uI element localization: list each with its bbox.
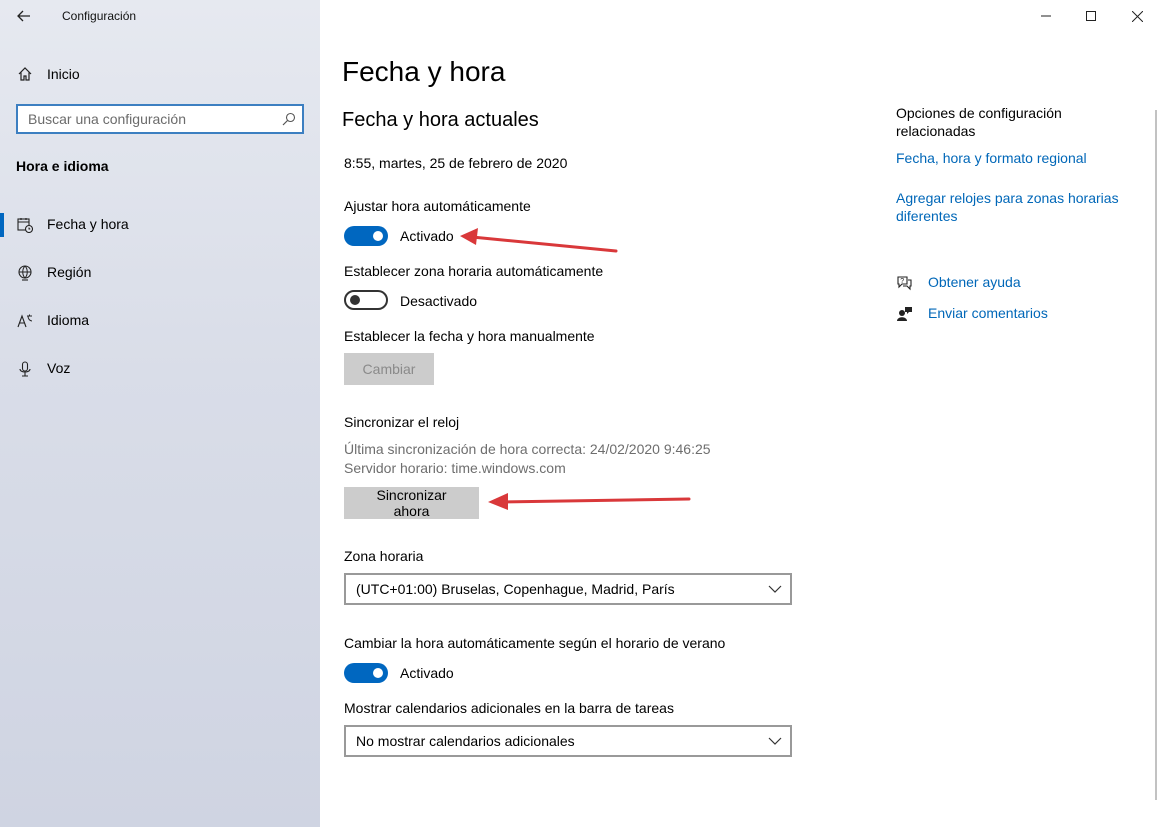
auto-time-toggle[interactable] (344, 226, 388, 246)
sidebar-item-region[interactable]: Región (0, 253, 320, 293)
feedback-icon (897, 307, 912, 321)
minimize-button[interactable] (1023, 0, 1069, 32)
maximize-icon (1086, 11, 1096, 21)
search-icon (282, 112, 296, 126)
nav-home[interactable]: Inicio (0, 58, 320, 90)
nav-home-label: Inicio (47, 66, 80, 82)
auto-time-label: Ajustar hora automáticamente (344, 198, 531, 214)
timezone-label: Zona horaria (344, 548, 424, 564)
change-button[interactable]: Cambiar (344, 353, 434, 385)
svg-text:?: ? (900, 278, 904, 285)
sidebar-item-idioma[interactable]: Idioma (0, 301, 320, 341)
minimize-icon (1041, 15, 1051, 17)
manual-datetime-label: Establecer la fecha y hora manualmente (344, 328, 595, 344)
dst-toggle[interactable] (344, 663, 388, 683)
send-feedback-label: Enviar comentarios (928, 305, 1048, 321)
close-button[interactable] (1114, 0, 1160, 32)
calendars-select[interactable]: No mostrar calendarios adicionales (344, 725, 792, 757)
section-subtitle: Fecha y hora actuales (342, 109, 539, 131)
add-clocks-link[interactable]: Agregar relojes para zonas horarias dife… (896, 189, 1131, 225)
get-help-link[interactable]: ? Obtener ayuda (896, 273, 1136, 293)
annotation-arrow-icon (460, 228, 618, 253)
dst-state: Activado (400, 665, 454, 681)
sidebar-item-label: Región (47, 264, 92, 280)
time-server-text: Servidor horario: time.windows.com (344, 460, 566, 476)
sidebar-item-fecha-y-hora[interactable]: Fecha y hora (0, 205, 320, 245)
dst-label: Cambiar la hora automáticamente según el… (344, 635, 726, 651)
current-datetime: 8:55, martes, 25 de febrero de 2020 (344, 155, 568, 171)
regional-format-link[interactable]: Fecha, hora y formato regional (896, 149, 1136, 167)
send-feedback-link[interactable]: Enviar comentarios (896, 304, 1136, 324)
last-sync-text: Última sincronización de hora correcta: … (344, 441, 711, 457)
back-button[interactable] (12, 4, 36, 28)
auto-timezone-label: Establecer zona horaria automáticamente (344, 263, 604, 279)
back-arrow-icon (17, 10, 30, 22)
calendar-clock-icon (17, 218, 33, 233)
home-icon (18, 67, 32, 81)
globe-icon (18, 265, 32, 281)
annotation-arrow-icon (488, 493, 691, 510)
chevron-down-icon (768, 585, 782, 593)
scrollbar[interactable] (1155, 110, 1157, 800)
sync-now-button[interactable]: Sincronizar ahora (344, 487, 479, 519)
calendars-value: No mostrar calendarios adicionales (356, 733, 575, 749)
search-input[interactable] (18, 106, 268, 132)
app-title: Configuración (62, 9, 137, 23)
auto-timezone-toggle[interactable] (344, 290, 388, 310)
auto-time-state: Activado (400, 228, 454, 244)
help-chat-icon: ? (897, 276, 912, 291)
sidebar-item-label: Voz (47, 360, 71, 376)
sidebar-item-label: Idioma (47, 312, 90, 328)
sidebar-item-voz[interactable]: Voz (0, 349, 320, 389)
sidebar: Configuración Inicio Hora e idioma Fecha… (0, 0, 320, 827)
get-help-label: Obtener ayuda (928, 274, 1021, 290)
section-title: Hora e idioma (16, 158, 109, 174)
search-box[interactable] (16, 104, 304, 134)
sync-label: Sincronizar el reloj (344, 414, 460, 430)
page-title: Fecha y hora (342, 56, 506, 87)
language-icon (17, 314, 33, 328)
timezone-value: (UTC+01:00) Bruselas, Copenhague, Madrid… (356, 581, 675, 597)
calendars-label: Mostrar calendarios adicionales en la ba… (344, 700, 674, 716)
close-icon (1131, 10, 1143, 22)
related-settings-title: Opciones de configuración relacionadas (896, 105, 1062, 139)
timezone-select[interactable]: (UTC+01:00) Bruselas, Copenhague, Madrid… (344, 573, 792, 605)
maximize-button[interactable] (1068, 0, 1114, 32)
chevron-down-icon (768, 737, 782, 745)
sidebar-item-label: Fecha y hora (47, 216, 129, 232)
microphone-icon (19, 361, 31, 377)
auto-timezone-state: Desactivado (400, 293, 478, 309)
